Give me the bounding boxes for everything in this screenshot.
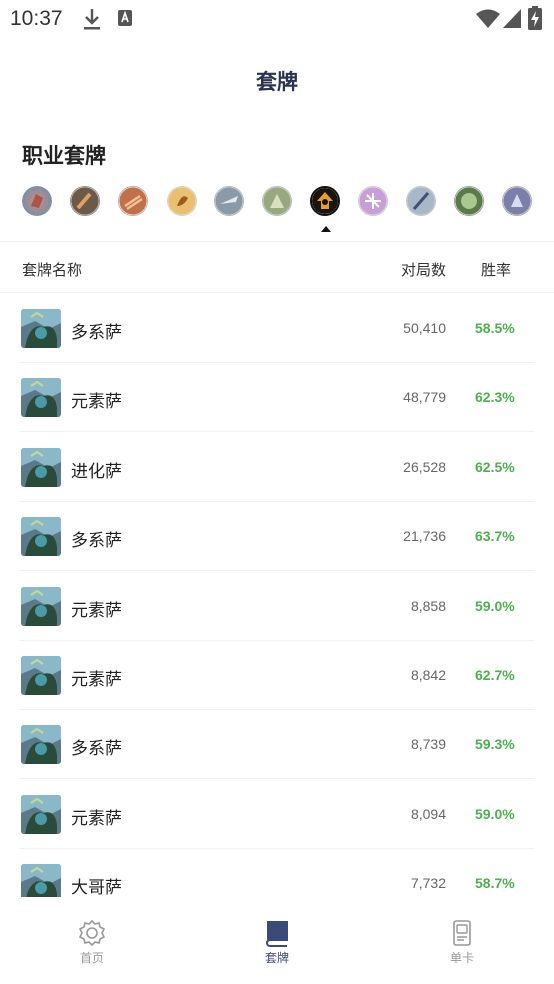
deck-row[interactable]: 元素萨 8,842 62.7% xyxy=(20,641,535,710)
deck-games: 50,410 xyxy=(403,320,446,336)
bottom-nav: 首页 套牌 单卡 xyxy=(0,897,554,984)
deck-winrate: 59.3% xyxy=(475,736,515,753)
deck-row[interactable]: 多系萨 8,739 59.3% xyxy=(20,710,535,780)
deck-thumbnail-icon xyxy=(21,586,61,626)
nav-decks[interactable]: 套牌 xyxy=(237,919,317,966)
class-icon-5[interactable] xyxy=(214,186,244,216)
section-title: 职业套牌 xyxy=(22,144,106,168)
class-icon-7-selected[interactable] xyxy=(310,186,340,216)
deck-thumbnail-icon xyxy=(21,725,61,765)
nav-cards-label: 单卡 xyxy=(449,951,474,965)
deck-games: 8,842 xyxy=(410,667,446,683)
deck-games: 8,094 xyxy=(410,805,446,822)
deck-thumbnail-icon xyxy=(21,517,61,557)
page-title: 套牌 xyxy=(256,70,298,94)
deck-winrate: 58.7% xyxy=(475,875,515,892)
nav-home-label: 首页 xyxy=(79,951,104,965)
deck-games: 21,736 xyxy=(403,528,446,545)
selected-class-indicator xyxy=(321,226,331,232)
deck-name: 多系萨 xyxy=(71,323,122,343)
battery-charging-icon xyxy=(528,6,542,30)
deck-winrate: 62.3% xyxy=(475,389,515,406)
column-header-winrate[interactable]: 胜率 xyxy=(481,259,511,280)
deck-games: 48,779 xyxy=(403,389,446,406)
deck-winrate: 63.7% xyxy=(475,528,515,545)
deck-thumbnail-icon xyxy=(21,447,61,487)
class-icon-8[interactable] xyxy=(358,186,388,216)
nav-cards[interactable]: 单卡 xyxy=(422,919,502,966)
deck-row[interactable]: 元素萨 48,779 62.3% xyxy=(20,363,535,433)
deck-games: 8,858 xyxy=(410,597,446,614)
deck-name: 大哥萨 xyxy=(71,878,122,899)
deck-winrate: 59.0% xyxy=(475,805,515,822)
deck-name: 多系萨 xyxy=(71,531,122,552)
class-icon-10[interactable] xyxy=(454,186,484,216)
class-icon-1[interactable] xyxy=(22,186,52,216)
deck-name: 元素萨 xyxy=(71,808,122,829)
column-header-deck-name[interactable]: 套牌名称 xyxy=(22,259,82,280)
status-time: 10:37 xyxy=(10,7,63,30)
class-icon-9[interactable] xyxy=(406,186,436,216)
deck-games: 8,739 xyxy=(410,736,446,753)
deck-thumbnail-icon xyxy=(21,656,61,695)
deck-winrate: 58.5% xyxy=(475,320,515,336)
class-icon-2[interactable] xyxy=(70,186,100,216)
deck-winrate: 62.5% xyxy=(475,458,515,475)
class-icon-11[interactable] xyxy=(502,186,532,216)
deck-winrate: 59.0% xyxy=(475,597,515,614)
wifi-icon xyxy=(476,9,500,28)
deck-row[interactable]: 元素萨 8,858 59.0% xyxy=(20,572,535,641)
table-header: 套牌名称 对局数 胜率 xyxy=(0,242,554,293)
deck-row[interactable]: 多系萨 50,410 58.5% xyxy=(20,294,535,363)
deck-row[interactable]: 进化萨 26,528 62.5% xyxy=(20,433,535,502)
deck-thumbnail-icon xyxy=(21,794,61,834)
card-icon xyxy=(453,920,471,946)
deck-row[interactable]: 元素萨 8,094 59.0% xyxy=(20,780,535,849)
deck-games: 26,528 xyxy=(403,458,446,475)
deck-name: 进化萨 xyxy=(71,461,122,482)
a-notification-icon xyxy=(118,10,132,26)
column-header-games[interactable]: 对局数 xyxy=(401,259,446,280)
deck-thumbnail-icon xyxy=(21,378,61,418)
class-selector xyxy=(20,186,540,220)
class-icon-3[interactable] xyxy=(118,186,148,216)
deck-thumbnail-icon xyxy=(21,309,61,348)
status-bar: 10:37 xyxy=(0,0,554,38)
deck-games: 7,732 xyxy=(410,875,446,892)
home-gear-icon xyxy=(78,919,106,947)
deck-row[interactable]: 多系萨 21,736 63.7% xyxy=(20,502,535,572)
download-icon xyxy=(84,9,100,30)
book-icon xyxy=(266,921,288,947)
deck-name: 元素萨 xyxy=(71,392,122,413)
deck-winrate: 62.7% xyxy=(475,667,515,683)
class-icon-4[interactable] xyxy=(167,186,197,216)
class-icon-6[interactable] xyxy=(262,186,292,216)
deck-name: 元素萨 xyxy=(71,600,122,621)
deck-name: 元素萨 xyxy=(71,670,122,690)
nav-decks-label: 套牌 xyxy=(264,951,289,965)
nav-home[interactable]: 首页 xyxy=(52,919,132,966)
deck-name: 多系萨 xyxy=(71,739,122,760)
signal-icon xyxy=(503,9,521,28)
